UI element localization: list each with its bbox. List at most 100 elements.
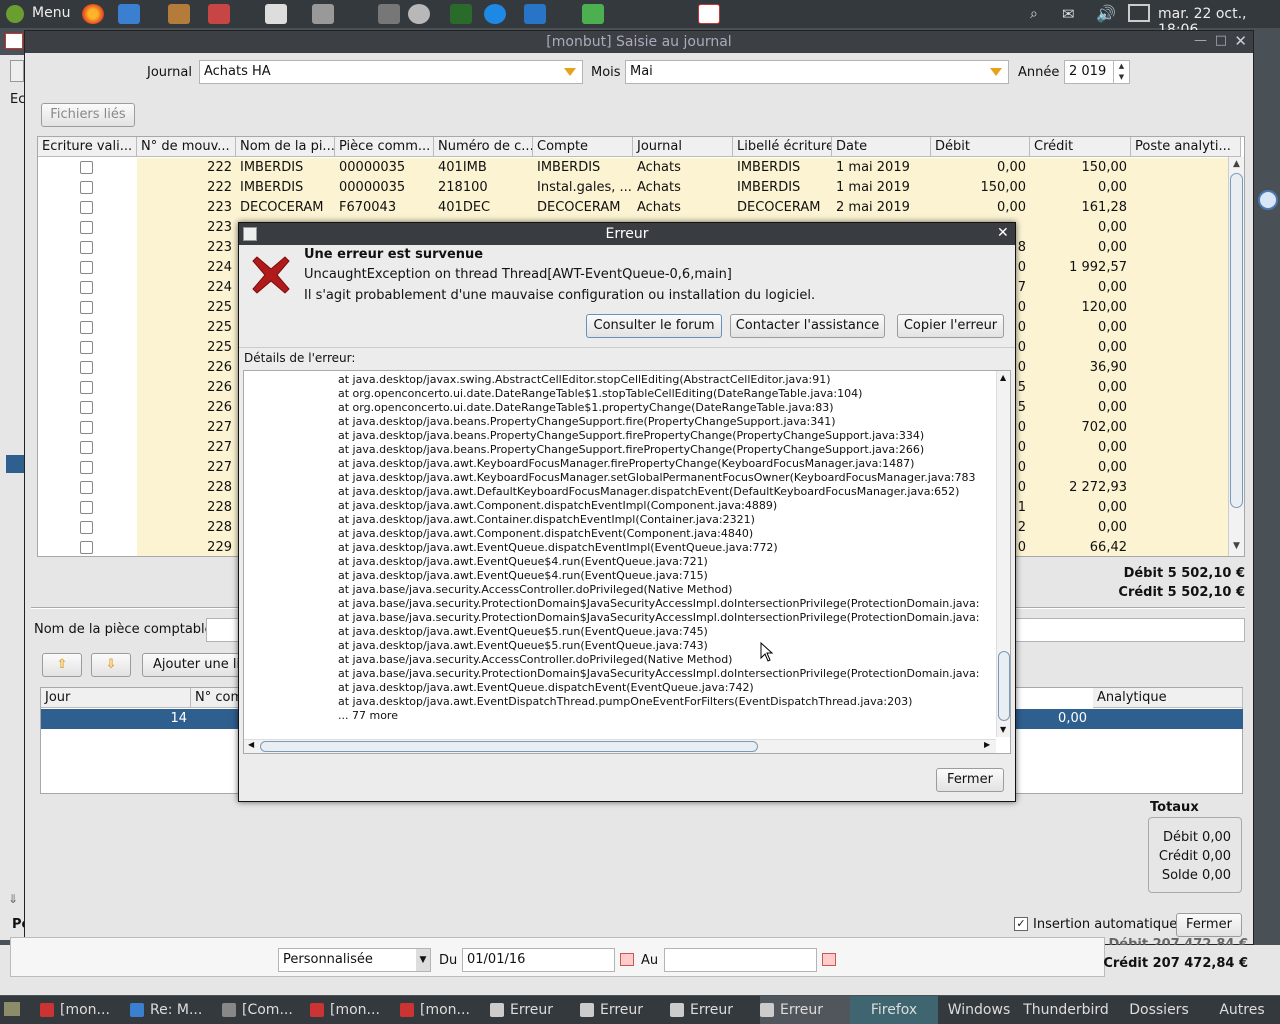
validated-checkbox[interactable] bbox=[80, 241, 93, 254]
taskbar-item[interactable]: [Com... bbox=[222, 996, 310, 1024]
fichiers-lies-button[interactable]: Fichiers liés bbox=[41, 103, 135, 127]
teamviewer-icon[interactable] bbox=[484, 4, 506, 24]
minimize-icon[interactable]: — bbox=[1194, 33, 1207, 48]
mail-icon[interactable]: ✉ bbox=[1062, 5, 1075, 23]
download-icon[interactable] bbox=[582, 4, 604, 24]
tool-icon[interactable] bbox=[378, 4, 400, 24]
thunderbird-icon[interactable] bbox=[118, 4, 140, 24]
scroll-up-icon[interactable]: ▲ bbox=[1233, 159, 1240, 169]
column-header[interactable]: Compte bbox=[533, 137, 633, 157]
table-row[interactable]: 222 IMBERDIS 00000035 218100 Instal.gales, .… bbox=[38, 178, 1228, 198]
column-header[interactable]: Journal bbox=[633, 137, 733, 157]
assistance-button[interactable]: Contacter l'assistance bbox=[730, 314, 885, 338]
validated-checkbox[interactable] bbox=[80, 321, 93, 334]
column-header[interactable]: Crédit bbox=[1030, 137, 1131, 157]
workspace-button[interactable]: Autres bbox=[1205, 996, 1279, 1024]
scroll-thumb[interactable] bbox=[260, 741, 758, 752]
scroll-down-icon[interactable]: ▼ bbox=[1000, 725, 1006, 734]
sysmonitor-icon[interactable] bbox=[524, 4, 546, 24]
show-desktop-icon[interactable] bbox=[4, 1002, 20, 1016]
taskbar-item[interactable]: Erreur bbox=[580, 996, 668, 1024]
taskbar-item[interactable]: [mon... bbox=[310, 996, 398, 1024]
ajouter-ligne-button[interactable]: Ajouter une lig bbox=[142, 653, 252, 677]
fermer-main-button[interactable]: Fermer bbox=[1176, 913, 1242, 937]
window-icon[interactable] bbox=[312, 4, 334, 24]
validated-checkbox[interactable] bbox=[80, 181, 93, 194]
scroll-thumb[interactable] bbox=[1230, 173, 1243, 508]
taskbar-item[interactable]: Erreur bbox=[670, 996, 758, 1024]
validated-checkbox[interactable] bbox=[80, 161, 93, 174]
column-header[interactable]: Libellé écriture bbox=[733, 137, 832, 157]
disc-icon[interactable] bbox=[408, 4, 430, 24]
column-header[interactable]: Poste analyti... bbox=[1131, 137, 1241, 157]
close-icon[interactable]: ✕ bbox=[997, 225, 1009, 241]
spinner-arrows-icon[interactable]: ▲ ▼ bbox=[1113, 61, 1129, 83]
search-icon[interactable]: ⌕ bbox=[1030, 6, 1038, 22]
validated-checkbox[interactable] bbox=[80, 521, 93, 534]
menu-button[interactable]: Menu bbox=[32, 5, 70, 21]
column-header[interactable]: Numéro de c... bbox=[434, 137, 533, 157]
validated-checkbox[interactable] bbox=[80, 481, 93, 494]
validated-checkbox[interactable] bbox=[80, 301, 93, 314]
validated-checkbox[interactable] bbox=[80, 541, 93, 554]
error-details-area[interactable]: at java.desktop/javax.swing.AbstractCell… bbox=[243, 370, 1011, 754]
close-icon[interactable]: ✕ bbox=[1234, 32, 1247, 50]
firefox-icon[interactable] bbox=[82, 4, 104, 24]
validated-checkbox[interactable] bbox=[80, 341, 93, 354]
network-icon[interactable] bbox=[1128, 4, 1150, 22]
column-header[interactable]: N° de mouv... bbox=[137, 137, 236, 157]
journal-select[interactable]: Achats HA bbox=[199, 60, 583, 84]
printer-icon[interactable] bbox=[265, 4, 287, 24]
column-header[interactable]: Date bbox=[832, 137, 931, 157]
mint-menu-icon[interactable] bbox=[6, 5, 24, 23]
taskbar-item[interactable]: [mon... bbox=[40, 996, 128, 1024]
calendar-icon[interactable] bbox=[620, 953, 634, 966]
workspace-button[interactable]: Dossiers bbox=[1115, 996, 1203, 1024]
validated-checkbox[interactable] bbox=[80, 281, 93, 294]
annee-spinner[interactable]: 2 019 ▲ ▼ bbox=[1064, 60, 1130, 84]
validated-checkbox[interactable] bbox=[80, 441, 93, 454]
taskbar-item[interactable]: [mon... bbox=[400, 996, 488, 1024]
validated-checkbox[interactable] bbox=[80, 221, 93, 234]
column-header[interactable]: Nom de la pi... bbox=[236, 137, 335, 157]
table-row[interactable]: 223 DECOCERAM F670043 401DEC DECOCERAM Achats… bbox=[38, 198, 1228, 218]
cards-icon[interactable] bbox=[698, 4, 720, 24]
validated-checkbox[interactable] bbox=[80, 401, 93, 414]
du-input[interactable]: 01/01/16 bbox=[462, 948, 615, 972]
archive-icon[interactable] bbox=[168, 4, 190, 24]
period-select[interactable]: Personnalisée ▼ bbox=[278, 948, 431, 972]
column-header[interactable]: Ecriture vali... bbox=[38, 137, 137, 157]
insertion-checkbox[interactable]: ✓ bbox=[1014, 917, 1028, 931]
copy-error-button[interactable]: Copier l'erreur bbox=[897, 314, 1004, 338]
column-header[interactable]: Débit bbox=[931, 137, 1030, 157]
column-header[interactable]: Pièce comm... bbox=[335, 137, 434, 157]
app-icon[interactable] bbox=[208, 4, 230, 24]
mois-select[interactable]: Mai bbox=[625, 60, 1009, 84]
scroll-up-icon[interactable]: ▲ bbox=[1000, 373, 1006, 382]
scroll-right-icon[interactable]: ▶ bbox=[984, 740, 990, 749]
validated-checkbox[interactable] bbox=[80, 501, 93, 514]
dialog-close-button[interactable]: Fermer bbox=[936, 768, 1004, 792]
validated-checkbox[interactable] bbox=[80, 261, 93, 274]
workspace-button[interactable]: Thunderbird bbox=[1020, 996, 1112, 1024]
col-analytique-header[interactable]: Analytique bbox=[1093, 688, 1243, 708]
maximize-icon[interactable]: □ bbox=[1215, 33, 1227, 48]
scroll-down-icon[interactable]: ▼ bbox=[1233, 541, 1240, 551]
volume-icon[interactable]: 🔊 bbox=[1096, 4, 1116, 23]
validated-checkbox[interactable] bbox=[80, 361, 93, 374]
validated-checkbox[interactable] bbox=[80, 201, 93, 214]
move-down-button[interactable]: ⇩ bbox=[91, 653, 131, 677]
validated-checkbox[interactable] bbox=[80, 381, 93, 394]
taskbar-item[interactable]: Erreur bbox=[760, 996, 850, 1024]
monitor-icon[interactable] bbox=[450, 4, 472, 24]
forum-button[interactable]: Consulter le forum bbox=[586, 314, 722, 338]
table-scrollbar[interactable]: ▲ ▼ bbox=[1228, 157, 1244, 556]
validated-checkbox[interactable] bbox=[80, 461, 93, 474]
workspace-button[interactable]: Windows bbox=[940, 996, 1018, 1024]
table-row[interactable]: 222 IMBERDIS 00000035 401IMB IMBERDIS Achats I… bbox=[38, 158, 1228, 178]
vertical-scrollbar[interactable]: ▲ ▼ bbox=[996, 371, 1010, 737]
scroll-thumb[interactable] bbox=[998, 651, 1010, 721]
workspace-button[interactable]: Firefox bbox=[850, 996, 938, 1024]
calendar-icon[interactable] bbox=[822, 953, 836, 966]
scroll-left-icon[interactable]: ◀ bbox=[248, 740, 254, 749]
